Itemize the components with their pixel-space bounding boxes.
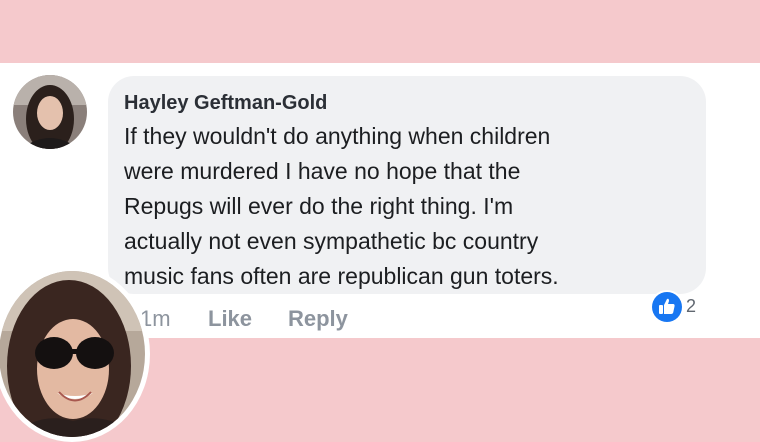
comment-line: were murdered I have no hope that the [124, 158, 521, 184]
thumbs-up-icon [652, 292, 682, 322]
comment-line: If they wouldn't do anything when childr… [124, 123, 551, 149]
comment-line: actually not even sympathetic bc country [124, 228, 539, 254]
commenter-avatar[interactable] [13, 75, 87, 149]
comment-line: Repugs will ever do the right thing. I'm [124, 193, 514, 219]
avatar-photo [13, 75, 87, 149]
comment-line: music fans often are republican gun tote… [124, 263, 559, 289]
like-button[interactable]: Like [208, 306, 252, 332]
profile-photo-image [0, 271, 145, 437]
comment-text: If they wouldn't do anything when childr… [124, 119, 699, 294]
profile-photo [0, 266, 150, 442]
comment-author[interactable]: Hayley Geftman-Gold [124, 92, 327, 115]
reaction-count: 2 [686, 296, 697, 316]
reply-button[interactable]: Reply [288, 306, 348, 332]
